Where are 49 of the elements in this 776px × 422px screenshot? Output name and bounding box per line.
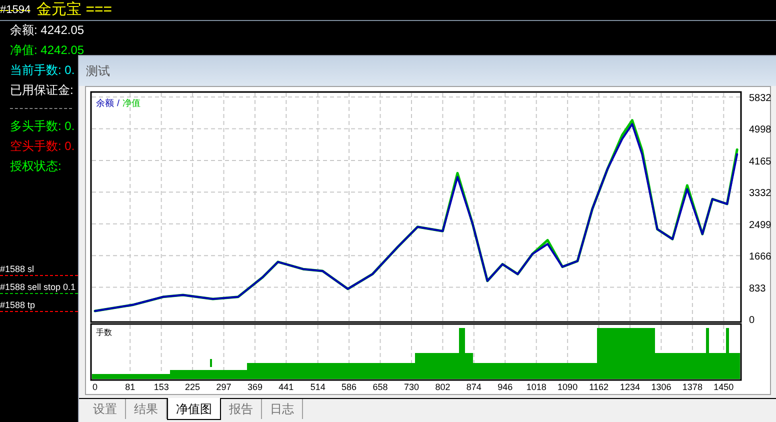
x-tick-label: 1234 [620, 381, 640, 394]
info-line: 空头手数: 0. [10, 138, 75, 155]
y-tick-label: 3332 [749, 188, 772, 200]
x-tick-label: 81 [125, 381, 136, 394]
tab[interactable]: 净值图 [167, 398, 221, 420]
y-tick-label: 0 [749, 315, 755, 324]
tab[interactable]: 设置 [85, 399, 126, 419]
y-tick-label: 2499 [749, 220, 772, 231]
legend-label: 余额 [96, 98, 114, 108]
legend-separator: / [117, 98, 120, 108]
x-tick-label: 1162 [589, 381, 608, 394]
x-tick-label: 514 [310, 381, 326, 394]
x-tick-label: 0 [92, 381, 98, 394]
legend-label: 净值 [122, 98, 141, 108]
x-tick-label: 586 [342, 381, 357, 394]
tab[interactable]: 日志 [262, 399, 303, 419]
order-line-label: #1588 tp [0, 299, 36, 311]
lots-label: 手数 [96, 328, 112, 338]
x-tick-label: 1378 [682, 381, 702, 394]
x-tick-label: 658 [372, 381, 388, 394]
x-tick-label: 297 [216, 381, 232, 394]
info-line: 余额: 4242.05 [10, 22, 84, 39]
info-line: 多头手数: 0. [10, 118, 75, 135]
x-tick-label: 1306 [651, 381, 672, 394]
x-tick-label: 1018 [526, 381, 546, 394]
y-tick-label: 4998 [749, 124, 772, 136]
x-tick-label: 802 [435, 381, 450, 394]
x-tick-label: 153 [154, 381, 169, 394]
tab[interactable]: 报告 [221, 399, 262, 419]
order-line-label: #1588 sell stop 0.1 [0, 281, 77, 293]
window-title: 测试 [86, 63, 110, 80]
x-tick-label: 946 [498, 381, 513, 394]
x-tick-label: 730 [404, 381, 419, 394]
x-tick-label: 1450 [714, 381, 734, 394]
y-tick-label: 4165 [749, 156, 772, 168]
y-tick-label: 5832 [749, 93, 772, 104]
y-tick-label: 833 [749, 283, 766, 294]
info-line: 已用保证金: [10, 82, 74, 99]
y-tick-label: 1666 [749, 252, 772, 263]
order-line-label: #1588 sl [0, 263, 36, 275]
x-tick-label: 369 [247, 381, 262, 394]
info-line: 当前手数: 0. [10, 62, 75, 79]
info-line: 净值: 4242.05 [10, 42, 84, 59]
x-tick-label: 441 [278, 381, 294, 394]
x-tick-label: 1090 [558, 381, 578, 394]
expert-title: 金元宝 === [36, 0, 112, 20]
info-line: 授权状态: [10, 158, 62, 175]
x-tick-label: 225 [185, 381, 200, 394]
x-tick-label: 874 [466, 381, 482, 394]
